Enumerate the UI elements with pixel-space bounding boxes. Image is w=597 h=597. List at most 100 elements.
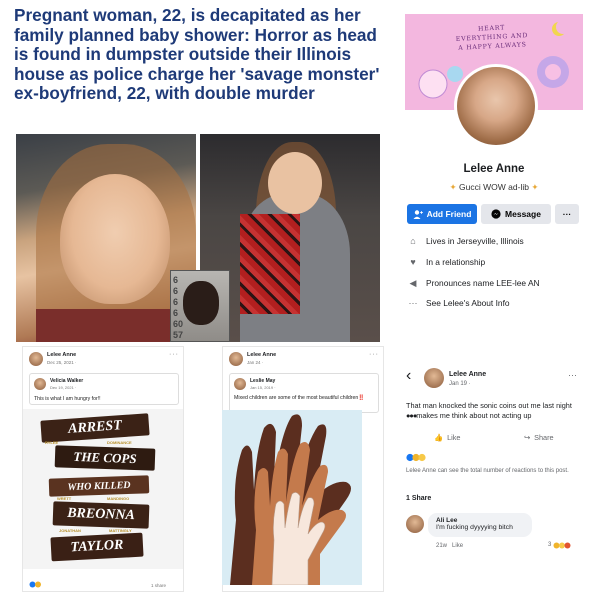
article-headline: Pregnant woman, 22, is decapitated as he… [14,5,380,104]
reactions-note: Lelee Anne can see the total number of r… [406,468,569,474]
add-friend-label: Add Friend [426,209,472,219]
profile-more-button[interactable]: ··· [555,204,579,224]
profile-bio: ✦ Gucci WOW ad-lib ✦ [449,182,539,192]
double-exclamation-icon: ‼️ [358,395,365,401]
height-mark: 6 [173,297,179,307]
comment-author[interactable]: Ali Lee [436,517,524,524]
bio-text: Gucci WOW ad-lib [459,182,529,192]
post-author[interactable]: Lelee Anne [449,371,486,378]
candy-bar: TAYLOR [50,532,144,562]
height-chart: 6 6 6 6 60 57 [173,275,183,341]
info-row-location: ⌂ Lives in Jerseyville, Illinois [408,236,588,246]
post-date[interactable]: Jan 19 · [449,381,471,387]
height-mark: 6 [173,286,179,296]
heart-icon: ♥ [410,257,416,267]
avatar[interactable] [29,352,43,366]
post-more-button[interactable]: ··· [369,351,379,358]
reaction-icons[interactable] [406,453,428,462]
shared-date: Jan 15, 2019 · [250,385,276,390]
post-author[interactable]: Lelee Anne [247,352,276,358]
thumbs-up-icon: 👍 [434,433,444,442]
ellipsis-icon: ··· [408,298,418,308]
cover-caption: HEART EVERYTHING AND A HAPPY ALWAYS [455,24,529,52]
message-button[interactable]: Message [481,204,551,224]
height-mark: 6 [173,308,179,318]
shared-author[interactable]: Velicia Walker [50,378,83,384]
message-label: Message [505,209,541,219]
post-author[interactable]: Lelee Anne [47,352,76,358]
share-arrow-icon: ↪ [524,433,531,442]
messenger-icon [491,209,501,219]
info-row-pronunciation: ◀ Pronounces name LEE-lee AN [408,277,588,289]
emoji-icons: ●●● [406,411,417,420]
back-arrow-icon[interactable]: ‹ [406,368,411,384]
candy-bar-image: ARREST THE COPS WHO KILLED BREONNA TAYLO… [23,409,183,569]
face-shape [268,152,322,214]
comment-text: I'm fucking dyyyying bitch [436,524,513,531]
candy-wrapper-text: RYLEE [45,440,59,445]
info-text: Pronounces name LEE-lee AN [426,278,540,288]
post-text-part: makes me think about not acting up [416,411,532,420]
share-count[interactable]: 1 Share [406,495,431,502]
photo-selfie [16,134,196,342]
height-mark: 57 [173,330,184,340]
info-text: Lives in Jerseyville, Illinois [426,236,524,246]
mugshot-face [183,281,219,325]
candy-wrapper-text: WRETT [57,496,72,501]
candy-bar: ARREST [40,413,150,443]
mugshot-photo: 6 6 6 6 60 57 [170,270,230,342]
hands-illustration [222,410,362,585]
candy-wrapper-text: JONATHAN [59,528,81,533]
add-friend-button[interactable]: Add Friend [407,204,477,224]
shared-post-header: Leslie May Jan 15, 2019 · Mixed children… [229,373,379,413]
candy-bar: THE COPS [54,445,156,471]
post-text: That man knocked the sonic coins out me … [406,401,592,421]
flannel-shape [240,214,300,314]
shared-author[interactable]: Leslie May [250,378,275,384]
info-row-about[interactable]: ··· See Lelee's About Info [408,298,588,308]
candy-wrapper-text: DOMINANCE [107,440,132,445]
house-icon: ⌂ [410,236,416,246]
profile-name: Lelee Anne [463,163,525,175]
comment-reaction-count: 3 [548,542,552,548]
post-date[interactable]: Dec 25, 2021 · [47,360,77,365]
like-button[interactable]: 👍 Like [434,433,460,442]
info-text: In a relationship [426,257,486,267]
post-date[interactable]: Jan 24 · [247,360,263,365]
avatar[interactable] [229,352,243,366]
post-more-button[interactable]: ··· [169,351,179,358]
post-card-3: ‹ Lelee Anne Jan 19 · ··· That man knock… [396,364,596,594]
reaction-icons[interactable] [29,581,45,588]
shared-date: Dec 19, 2021 · [50,385,77,390]
post-card-1: Lelee Anne Dec 25, 2021 · ··· Velicia Wa… [22,346,184,592]
height-mark: 6 [173,275,179,285]
add-user-icon [413,209,423,219]
speaker-icon: ◀ [409,277,417,288]
comment-time: 21w [436,543,448,549]
post-more-button[interactable]: ··· [568,370,577,380]
comment-actions: 21w Like [436,542,463,550]
avatar[interactable] [34,378,46,390]
avatar[interactable] [406,515,424,533]
post-text-body: Mixed children are some of the most beau… [234,395,359,401]
comment-like-button[interactable]: Like [452,543,463,549]
candy-bar: WHO KILLED [48,475,150,497]
info-row-relationship: ♥ In a relationship [408,257,588,267]
avatar[interactable] [424,368,444,388]
candy-wrapper-text: MANDINGO [107,496,130,501]
share-count[interactable]: 1 share [151,583,166,588]
height-mark: 60 [173,319,184,329]
profile-avatar[interactable] [454,64,538,148]
like-label: Like [447,433,461,442]
comment-bubble: Ali Lee I'm fucking dyyyying bitch [428,513,532,537]
info-text: See Lelee's About Info [426,298,510,308]
moon-icon [556,20,570,34]
share-button[interactable]: ↪ Share [524,433,554,442]
post-text-part: That man knocked the sonic coins out me … [406,401,572,410]
shared-post-header: Velicia Walker Dec 19, 2021 · This is wh… [29,373,179,405]
comment-reactions[interactable]: 3 [548,541,571,549]
avatar[interactable] [234,378,246,390]
share-label: Share [534,433,554,442]
candy-bar: BREONNA [52,501,150,529]
post-text: Mixed children are some of the most beau… [234,395,374,402]
